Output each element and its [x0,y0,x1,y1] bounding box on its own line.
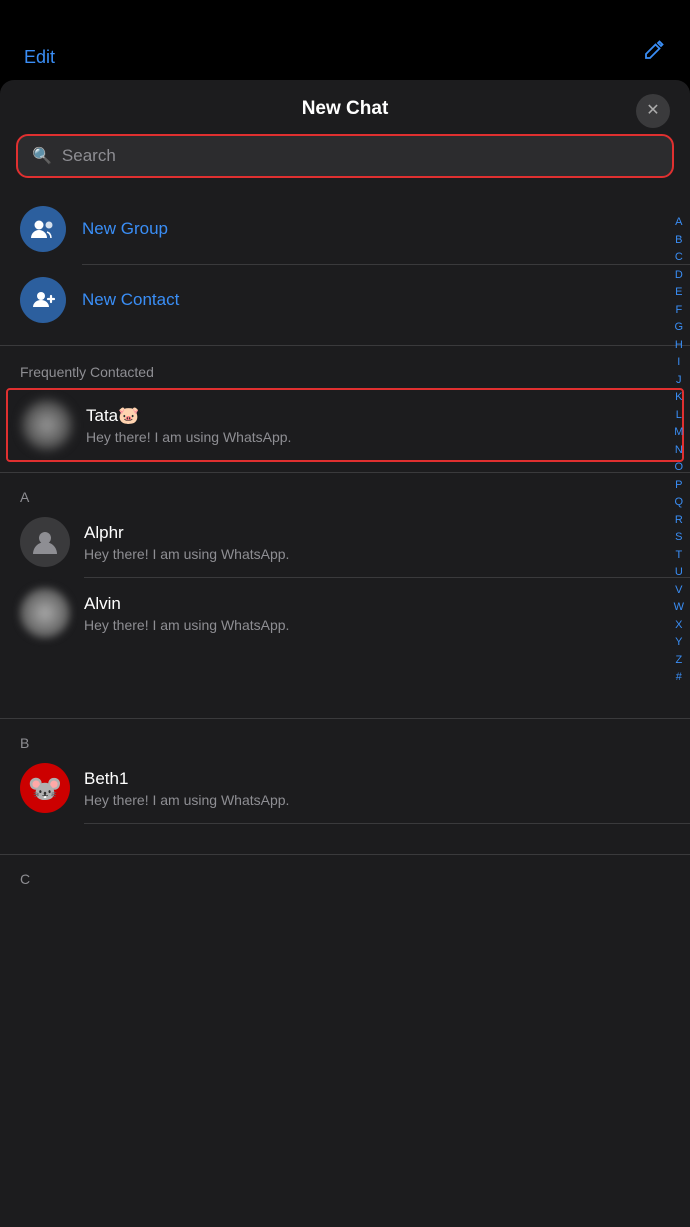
frequently-contacted-header: Frequently Contacted [0,356,690,388]
alpha-letter-j[interactable]: J [676,372,682,389]
close-icon: ✕ [646,103,659,119]
contact-beth1[interactable]: 🐭 Beth1 Hey there! I am using WhatsApp. [0,753,690,823]
group-letter-a: A [0,483,690,507]
avatar-alvin [20,588,70,638]
new-chat-header: New Chat ✕ [0,80,690,134]
spacer-b [0,824,690,844]
alpha-letter-g[interactable]: G [675,319,684,336]
alpha-letter-a[interactable]: A [675,214,682,231]
tata-name: Tata🐷 [86,406,668,426]
new-group-item[interactable]: New Group [0,194,690,264]
avatar-alphr [20,517,70,567]
alphr-info: Alphr Hey there! I am using WhatsApp. [84,523,670,562]
alpha-letter-b[interactable]: B [675,232,682,249]
alpha-letter-t[interactable]: T [675,547,682,564]
section-divider-1 [0,345,690,346]
edit-button[interactable]: Edit [24,47,55,68]
alpha-letter-q[interactable]: Q [675,494,684,511]
spacer-a [0,648,690,708]
search-bar[interactable]: 🔍 Search [16,134,674,178]
tata-info: Tata🐷 Hey there! I am using WhatsApp. [86,406,668,445]
alpha-letter-l[interactable]: L [676,407,682,424]
main-panel: New Chat ✕ 🔍 Search New Group [0,80,690,1227]
alpha-letter-z[interactable]: Z [675,652,682,669]
new-group-label: New Group [82,219,168,239]
new-contact-label: New Contact [82,290,179,310]
header-title: New Chat [302,98,389,120]
contact-alphr[interactable]: Alphr Hey there! I am using WhatsApp. [0,507,690,577]
alpha-letter-s[interactable]: S [675,529,682,546]
alphr-status: Hey there! I am using WhatsApp. [84,546,670,562]
new-group-icon [20,206,66,252]
alpha-letter-u[interactable]: U [675,564,683,581]
alpha-letter-v[interactable]: V [675,582,682,599]
search-icon: 🔍 [32,146,52,166]
alpha-letter-m[interactable]: M [674,424,683,441]
alpha-letter-i[interactable]: I [677,354,680,371]
avatar-tata [22,400,72,450]
beth1-name: Beth1 [84,769,670,789]
close-button[interactable]: ✕ [636,94,670,128]
alpha-index: ABCDEFGHIJKLMNOPQRSTUVWXYZ# [668,210,690,690]
alpha-letter-f[interactable]: F [675,302,682,319]
section-divider-b [0,718,690,719]
alpha-letter-x[interactable]: X [675,617,682,634]
top-bar: Edit [0,0,690,80]
alpha-letter-#[interactable]: # [676,669,682,686]
alpha-letter-n[interactable]: N [675,442,683,459]
alpha-letter-r[interactable]: R [675,512,683,529]
alpha-letter-c[interactable]: C [675,249,683,266]
new-contact-item[interactable]: New Contact [0,265,690,335]
avatar-beth1: 🐭 [20,763,70,813]
alvin-status: Hey there! I am using WhatsApp. [84,617,670,633]
alpha-letter-y[interactable]: Y [675,634,682,651]
alpha-letter-w[interactable]: W [674,599,684,616]
beth1-status: Hey there! I am using WhatsApp. [84,792,670,808]
alphr-name: Alphr [84,523,670,543]
action-items: New Group New Contact [0,194,690,346]
section-divider-c [0,854,690,855]
tata-status: Hey there! I am using WhatsApp. [86,429,668,445]
contact-alvin[interactable]: Alvin Hey there! I am using WhatsApp. [0,578,690,648]
alvin-name: Alvin [84,594,670,614]
section-divider-2 [0,472,690,473]
alvin-info: Alvin Hey there! I am using WhatsApp. [84,594,670,633]
compose-icon[interactable] [642,38,666,68]
group-letter-c: C [0,865,690,889]
contact-tata[interactable]: Tata🐷 Hey there! I am using WhatsApp. [6,388,684,462]
search-placeholder: Search [62,146,116,166]
alpha-letter-p[interactable]: P [675,477,682,494]
alpha-letter-k[interactable]: K [675,389,682,406]
alpha-letter-o[interactable]: O [675,459,684,476]
alpha-letter-e[interactable]: E [675,284,682,301]
beth1-info: Beth1 Hey there! I am using WhatsApp. [84,769,670,808]
alpha-letter-h[interactable]: H [675,337,683,354]
new-contact-icon [20,277,66,323]
group-letter-b: B [0,729,690,753]
search-bar-wrapper: 🔍 Search [0,134,690,194]
alpha-letter-d[interactable]: D [675,267,683,284]
